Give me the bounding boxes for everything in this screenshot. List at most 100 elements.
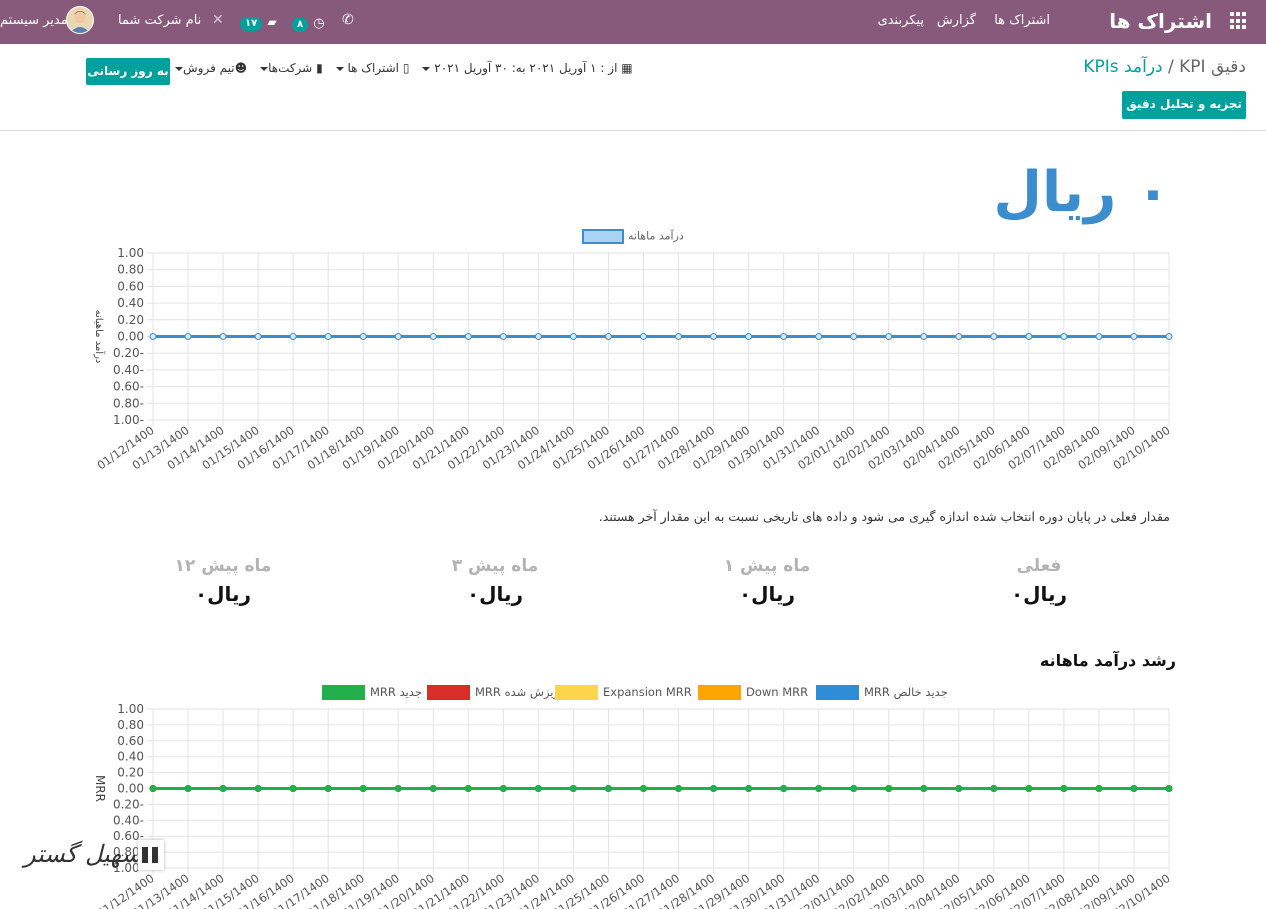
x-tick-label: 01/27/1400 <box>620 423 682 472</box>
data-point <box>1060 333 1068 340</box>
data-point <box>745 785 753 792</box>
avatar[interactable] <box>66 6 94 34</box>
update-button[interactable]: به روز رسانی <box>86 58 170 85</box>
x-tick-label: 01/26/1400 <box>585 423 647 472</box>
data-point <box>675 333 683 340</box>
date-filter[interactable]: ▦ از : ۱ آوریل ۲۰۲۱ به: ۳۰ آوریل ۲۰۲۱ <box>419 61 633 75</box>
y-tick-label: 0.60- <box>113 380 144 394</box>
legend-item-net-new[interactable]: MRR جدید خالص <box>816 685 948 700</box>
x-tick-label: 02/09/1400 <box>1075 871 1137 909</box>
data-point <box>604 785 612 792</box>
legend-item-churned[interactable]: MRR ریزش شده <box>427 685 559 700</box>
y-tick-label: 0.20 <box>117 313 144 327</box>
menu-subscriptions[interactable]: اشتراک ها <box>994 13 1050 28</box>
menu-configuration[interactable]: پیکربندی <box>878 13 924 28</box>
y-axis-label: درآمد ماهیانه <box>93 310 106 364</box>
data-point <box>219 785 227 792</box>
menu-reporting[interactable]: گزارش <box>937 13 976 28</box>
x-tick-label: 02/08/1400 <box>1040 423 1102 472</box>
building-icon: ▮ <box>316 61 323 75</box>
legend-item-down[interactable]: Down MRR <box>698 685 808 700</box>
data-point <box>780 785 788 792</box>
company-switcher[interactable]: نام شرکت شما <box>118 13 201 28</box>
data-point <box>499 785 507 792</box>
data-point <box>464 785 472 792</box>
data-point <box>569 785 577 792</box>
breadcrumb-separator: / <box>1168 57 1174 77</box>
x-tick-label: 01/18/1400 <box>305 423 367 472</box>
data-point <box>920 785 928 792</box>
data-point <box>569 785 577 792</box>
detailed-analysis-button[interactable]: تجزیه و تحلیل دقیق <box>1122 91 1246 119</box>
data-point <box>429 785 437 792</box>
x-tick-label: 01/21/1400 <box>410 423 472 472</box>
data-point <box>359 785 367 792</box>
data-point <box>499 333 507 340</box>
data-point <box>359 785 367 792</box>
data-point <box>1025 333 1033 340</box>
data-point <box>534 785 542 792</box>
sales-team-filter-label: تیم فروش <box>183 61 235 75</box>
x-tick-label: 01/13/1400 <box>129 423 191 472</box>
kpi-value: ۰ریال <box>1010 582 1068 606</box>
app-title[interactable]: اشتراک ها <box>1109 9 1212 33</box>
data-point <box>184 785 192 792</box>
apps-menu-icon[interactable] <box>1230 12 1248 30</box>
caret-down-icon <box>422 66 431 71</box>
date-filter-label: از : ۱ آوریل ۲۰۲۱ به: ۳۰ آوریل ۲۰۲۱ <box>434 61 618 75</box>
data-point <box>710 785 718 792</box>
kpi-label: فعلی <box>1016 556 1062 576</box>
breadcrumb-parent[interactable]: KPIs درآمد <box>1083 57 1162 77</box>
x-tick-label: 01/19/1400 <box>340 423 402 472</box>
y-axis-label: MRR <box>93 775 107 802</box>
subscriptions-filter[interactable]: ▯ اشتراک ها <box>333 61 409 75</box>
data-point <box>675 785 683 792</box>
data-point <box>850 785 858 792</box>
legend-label: MRR ریزش شده <box>475 685 560 699</box>
y-tick-label: 0.40- <box>113 363 144 377</box>
data-point <box>920 785 928 792</box>
data-point <box>990 785 998 792</box>
data-point <box>534 785 542 792</box>
data-point <box>850 785 858 792</box>
activity-button[interactable]: ۸ ◷ <box>292 12 325 32</box>
data-point <box>149 785 157 792</box>
watermark-logo-icon <box>138 840 164 870</box>
x-tick-label: 02/10/1400 <box>1110 423 1172 472</box>
legend-item-expansion[interactable]: Expansion MRR <box>555 685 692 700</box>
data-point <box>254 785 262 792</box>
data-point <box>1165 785 1173 792</box>
x-tick-label: 02/07/1400 <box>1005 423 1067 472</box>
data-point <box>499 785 507 792</box>
phone-icon[interactable]: ✆ <box>342 12 354 28</box>
data-point <box>850 785 858 792</box>
data-point <box>1025 785 1033 792</box>
data-point <box>955 785 963 792</box>
sales-team-filter[interactable]: ☻تیم فروش <box>172 61 247 75</box>
data-point <box>1025 785 1033 792</box>
legend-label: Expansion MRR <box>603 685 692 699</box>
data-point <box>324 785 332 792</box>
messages-button[interactable]: ۱۷ ▰ <box>240 11 277 31</box>
filter-bar: ▦ از : ۱ آوریل ۲۰۲۱ به: ۳۰ آوریل ۲۰۲۱ ▯ … <box>172 61 633 75</box>
companies-filter-label: شرکت‌ها <box>268 61 313 75</box>
data-point <box>219 785 227 792</box>
x-tick-label: 01/12/1400 <box>94 423 156 472</box>
data-point <box>184 333 192 340</box>
companies-filter[interactable]: ▮ شرکت‌ها <box>257 61 323 75</box>
tools-icon[interactable]: ✕ <box>212 12 224 28</box>
data-point <box>1165 785 1173 792</box>
user-menu[interactable]: مدیر سیستم <box>0 13 68 28</box>
data-point <box>149 333 157 340</box>
x-tick-label: 02/01/1400 <box>795 871 857 909</box>
calendar-icon: ▦ <box>621 61 633 75</box>
data-point <box>219 333 227 340</box>
chart1-legend[interactable]: درآمد ماهانه <box>582 229 684 244</box>
data-point <box>990 785 998 792</box>
data-point <box>324 785 332 792</box>
data-point <box>534 333 542 340</box>
legend-item-new[interactable]: MRR جدید <box>322 685 422 700</box>
x-tick-label: 01/25/1400 <box>550 423 612 472</box>
x-tick-label: 01/18/1400 <box>305 871 367 909</box>
x-tick-label: 01/31/1400 <box>760 423 822 472</box>
